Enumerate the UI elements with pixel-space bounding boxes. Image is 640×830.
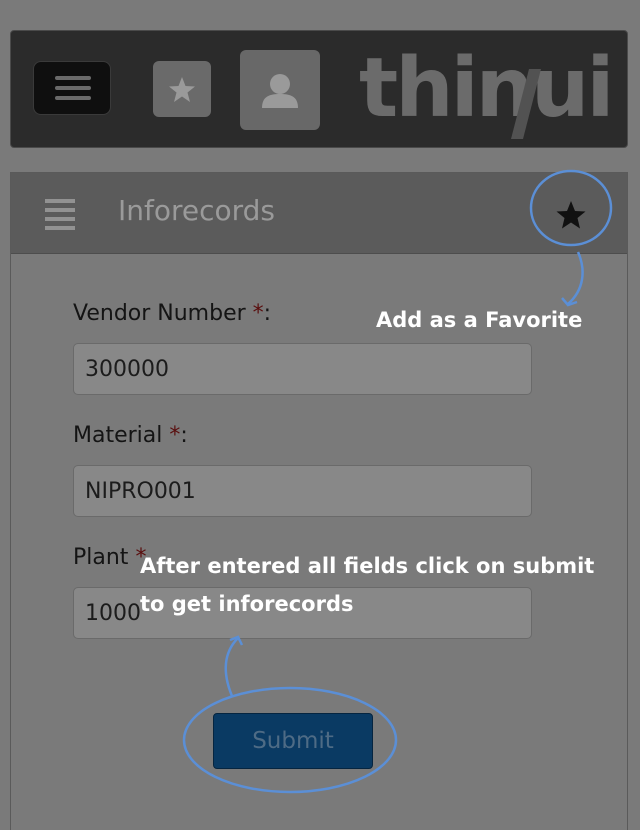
favorite-annotation: Add as a Favorite — [376, 308, 583, 332]
submit-annotation-line1: After entered all fields click on submit — [140, 554, 595, 578]
annotation-overlay — [182, 169, 613, 794]
submit-callout-arrow — [224, 637, 239, 697]
favorite-callout-circle — [529, 169, 613, 247]
submit-annotation-line2: to get inforecords — [140, 592, 354, 616]
favorite-callout-arrow — [567, 251, 584, 305]
submit-callout-circle — [182, 686, 398, 794]
